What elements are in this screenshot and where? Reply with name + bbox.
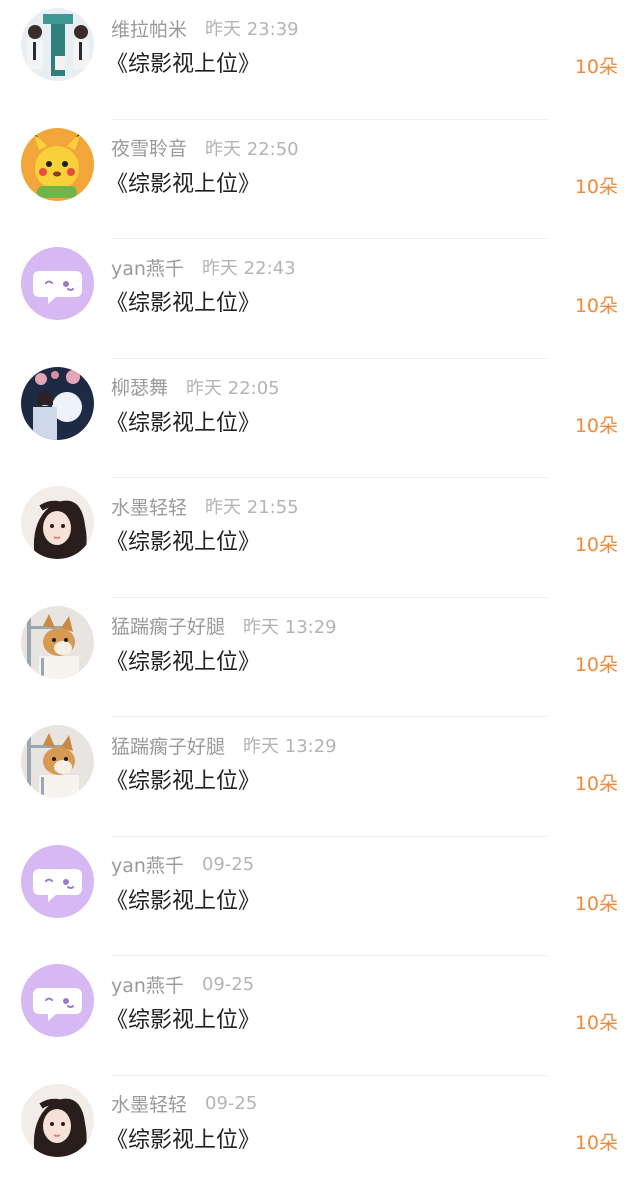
list-item[interactable]: 水墨轻轻 昨天 21:55 《综影视上位》 10朵: [0, 478, 640, 598]
flower-count: 10朵: [574, 653, 618, 676]
timestamp: 09-25: [205, 1093, 258, 1114]
list-item[interactable]: 水墨轻轻 09-25 《综影视上位》 10朵: [0, 1076, 640, 1184]
flower-count: 10朵: [574, 1012, 618, 1034]
default-chat-avatar[interactable]: [21, 964, 94, 1037]
user-name[interactable]: yan燕千: [111, 851, 184, 878]
user-name[interactable]: 水墨轻轻: [111, 1090, 187, 1117]
girl-lantern-avatar[interactable]: [21, 366, 94, 440]
flower-count: 10朵: [574, 295, 618, 317]
girl-portrait-avatar[interactable]: [21, 486, 94, 559]
user-name[interactable]: 维拉帕米: [111, 15, 187, 42]
user-name[interactable]: 夜雪聆音: [111, 134, 187, 161]
gift-title[interactable]: 《综影视上位》: [106, 883, 260, 915]
list-item[interactable]: 柳瑟舞 昨天 22:05 《综影视上位》 10朵: [0, 359, 640, 478]
gift-title[interactable]: 《综影视上位》: [106, 285, 260, 317]
flower-count: 10朵: [574, 56, 618, 78]
gift-title[interactable]: 《综影视上位》: [106, 1122, 260, 1154]
user-name[interactable]: yan燕千: [111, 254, 184, 281]
flower-count: 10朵: [574, 414, 618, 437]
timestamp: 昨天 21:55: [205, 497, 299, 518]
boys-photo-avatar[interactable]: [21, 8, 94, 81]
shiba-dog-avatar[interactable]: [21, 605, 94, 679]
shiba-dog-avatar[interactable]: [21, 725, 94, 798]
gift-title[interactable]: 《综影视上位》: [106, 524, 260, 556]
user-name[interactable]: yan燕千: [111, 971, 184, 998]
user-name[interactable]: 柳瑟舞: [111, 373, 168, 400]
flower-count: 10朵: [574, 773, 618, 795]
list-item[interactable]: 维拉帕米 昨天 23:39 《综影视上位》 10朵: [0, 0, 640, 120]
timestamp: 昨天 13:29: [243, 736, 337, 757]
gift-record-list: 维拉帕米 昨天 23:39 《综影视上位》 10朵 夜雪聆音 昨天 22:50 …: [0, 0, 640, 1184]
timestamp: 昨天 22:50: [205, 138, 299, 160]
user-name[interactable]: 水墨轻轻: [111, 493, 187, 520]
gift-title[interactable]: 《综影视上位》: [106, 644, 260, 676]
list-item[interactable]: yan燕千 09-25 《综影视上位》 10朵: [0, 837, 640, 956]
timestamp: 昨天 13:29: [243, 616, 337, 638]
flower-count: 10朵: [574, 892, 618, 915]
gift-title[interactable]: 《综影视上位》: [106, 763, 260, 795]
default-chat-avatar[interactable]: [21, 247, 94, 320]
gift-title[interactable]: 《综影视上位》: [106, 405, 260, 437]
list-item[interactable]: yan燕千 09-25 《综影视上位》 10朵: [0, 956, 640, 1076]
user-name[interactable]: 猛踹瘸子好腿: [111, 612, 225, 639]
timestamp: 09-25: [201, 854, 255, 875]
flower-count: 10朵: [574, 1131, 618, 1154]
gift-title[interactable]: 《综影视上位》: [106, 166, 260, 198]
timestamp: 昨天 23:39: [205, 19, 299, 40]
user-name[interactable]: 猛踹瘸子好腿: [111, 732, 225, 759]
gift-title[interactable]: 《综影视上位》: [106, 1002, 260, 1034]
girl-portrait-avatar[interactable]: [21, 1083, 94, 1157]
flower-count: 10朵: [574, 175, 618, 198]
pikachu-avatar[interactable]: [21, 127, 94, 201]
default-chat-avatar[interactable]: [21, 844, 94, 918]
list-item[interactable]: 夜雪聆音 昨天 22:50 《综影视上位》 10朵: [0, 120, 640, 239]
timestamp: 昨天 22:05: [186, 377, 280, 399]
list-item[interactable]: yan燕千 昨天 22:43 《综影视上位》 10朵: [0, 239, 640, 359]
list-item[interactable]: 猛踹瘸子好腿 昨天 13:29 《综影视上位》 10朵: [0, 717, 640, 837]
flower-count: 10朵: [574, 534, 618, 556]
timestamp: 09-25: [201, 973, 255, 995]
gift-title[interactable]: 《综影视上位》: [106, 46, 260, 78]
list-item[interactable]: 猛踹瘸子好腿 昨天 13:29 《综影视上位》 10朵: [0, 598, 640, 717]
timestamp: 昨天 22:43: [201, 258, 296, 279]
